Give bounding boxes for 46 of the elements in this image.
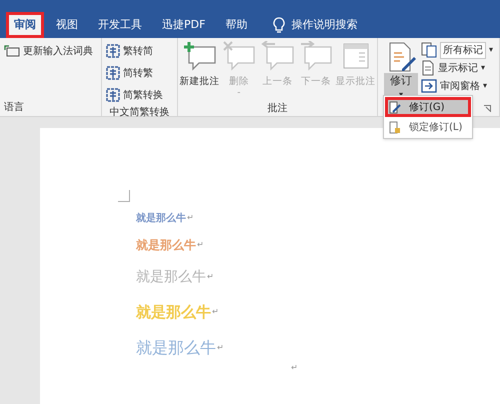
ribbon-button[interactable]: 新建批注 xyxy=(180,41,219,101)
next-comment-icon xyxy=(299,41,334,71)
character-icon xyxy=(106,88,120,102)
dictionary-icon xyxy=(4,45,20,57)
text-line: 就是那么牛 xyxy=(136,337,216,359)
ribbon-tab[interactable]: 帮助 xyxy=(217,12,256,38)
group-label: 批注 xyxy=(266,102,288,116)
menu-item[interactable]: 修订(G) xyxy=(385,97,471,117)
ribbon-tab[interactable]: 视图 xyxy=(48,12,86,38)
paragraph-mark: ↵ xyxy=(291,362,298,374)
text-line: 就是那么牛 xyxy=(136,237,196,254)
delete-comment-icon xyxy=(222,41,256,71)
lightbulb-icon xyxy=(273,17,286,33)
lock-page-icon xyxy=(389,120,401,134)
text-line: 就是那么牛 xyxy=(136,302,211,323)
paragraph-mark: ↵ xyxy=(197,239,204,251)
paragraph-mark: ↵ xyxy=(212,306,219,318)
new-comment-icon xyxy=(182,41,216,71)
character-icon xyxy=(106,44,120,58)
paragraph-mark: ↵ xyxy=(187,212,194,224)
ribbon-tab[interactable]: 开发工具 xyxy=(90,12,150,38)
show-comments-icon xyxy=(340,41,371,71)
previous-comment-icon xyxy=(260,41,294,71)
group-label: 语言 xyxy=(3,100,25,115)
ribbon-button[interactable]: 更新输入法词典 xyxy=(4,41,97,61)
tell-me-search[interactable]: 操作说明搜索 xyxy=(291,16,358,34)
ribbon-button[interactable]: 简转繁 xyxy=(106,63,173,83)
ribbon-button[interactable]: 繁转简 xyxy=(106,41,173,61)
margin-corner-mark xyxy=(118,190,130,202)
ribbon-tab[interactable]: 审阅 xyxy=(6,12,44,38)
page-icon xyxy=(421,60,435,76)
paragraph-mark: ↵ xyxy=(217,342,224,354)
pen-page-icon xyxy=(389,100,401,114)
text-line: 就是那么牛 xyxy=(136,212,186,226)
menu-item[interactable]: 锁定修订(L) xyxy=(385,117,471,137)
pane-icon xyxy=(421,79,437,93)
character-icon xyxy=(106,66,120,80)
dialog-launcher-icon xyxy=(484,105,491,112)
paragraph-mark: ↵ xyxy=(207,271,214,283)
ribbon-tab[interactable]: 迅捷PDF xyxy=(154,12,214,38)
group-label: 中文简繁转换 xyxy=(108,106,170,120)
ribbon-button[interactable]: 审阅窗格 ▾ xyxy=(421,77,494,95)
ribbon-button[interactable]: 简繁转换 xyxy=(106,85,173,105)
text-line: 就是那么牛 xyxy=(136,268,206,286)
documents-icon xyxy=(421,42,437,58)
ribbon-button[interactable]: 显示标记 ▾ xyxy=(421,59,494,77)
